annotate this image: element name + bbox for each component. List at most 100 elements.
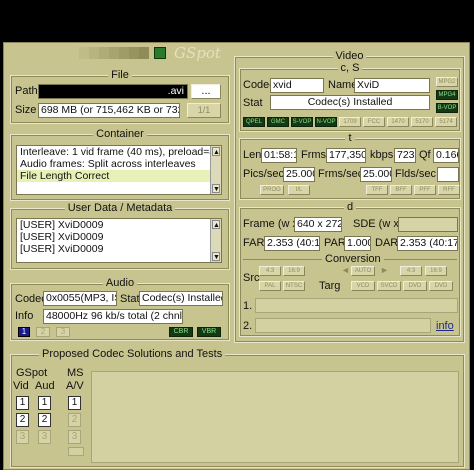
- size-label: Size: [15, 104, 37, 116]
- audio-stream-3[interactable]: 3: [56, 327, 70, 337]
- frame-label: Frame (w x: [243, 218, 298, 230]
- ms-label: MS: [67, 367, 84, 379]
- dar-field: 2.353 (40:17): [397, 236, 458, 251]
- src-4-3[interactable]: 4:3: [259, 266, 281, 276]
- userdata-line: [USER] XviD0009: [20, 243, 104, 255]
- container-line: Audio frames: Split across interleaves: [20, 158, 196, 170]
- len-field: 01:58:1: [261, 148, 297, 163]
- aud-test-3[interactable]: 3: [38, 430, 51, 444]
- conversion-row-2: [255, 318, 431, 333]
- audio-stat-label: Stat: [120, 293, 140, 305]
- scroll-up-icon[interactable]: ▲: [212, 220, 220, 229]
- container-scrollbar[interactable]: ▲ ▼: [210, 146, 221, 194]
- vid-test-2[interactable]: 2: [16, 413, 29, 427]
- src-16-9[interactable]: 16:9: [283, 266, 305, 276]
- video-group: Video c, S Codec xvid Name XviD MPG2 MPG…: [234, 50, 465, 343]
- targ-4-3[interactable]: 4:3: [400, 266, 422, 276]
- targ-dvd-2[interactable]: DVD: [429, 281, 453, 291]
- audio-stream-1[interactable]: 1: [18, 327, 30, 337]
- flag-1709: 1709: [339, 117, 361, 127]
- gspot-window: GSpot File Path .avi ... Size 698 MB (or…: [3, 42, 470, 470]
- targ-label: Targ: [319, 280, 341, 292]
- scroll-up-icon[interactable]: ▲: [212, 147, 220, 156]
- flds-label: Flds/sec: [395, 168, 436, 180]
- userdata-title: User Data / Metadata: [64, 202, 176, 214]
- av-label: A/V: [66, 380, 84, 392]
- vid-test-3[interactable]: 3: [16, 430, 29, 444]
- targ-auto[interactable]: AUTO: [351, 266, 375, 276]
- par-label: PAR: [324, 237, 346, 249]
- conversion-title: Conversion: [322, 253, 384, 266]
- vid-test-1[interactable]: 1: [16, 396, 29, 410]
- video-title: Video: [332, 50, 367, 62]
- cs-title: c, S: [337, 62, 363, 74]
- arrow-icon: ►: [380, 265, 389, 275]
- proposed-title: Proposed Codec Solutions and Tests: [39, 348, 226, 360]
- color-swatch: [79, 47, 89, 59]
- audio-title: Audio: [102, 277, 138, 289]
- flag-gmc: GMC: [267, 117, 289, 127]
- t-subgroup: t Len 01:58:1 Frms 177,350 kbps 723 Qf 0…: [239, 132, 461, 200]
- audio-stream-2[interactable]: 2: [36, 327, 50, 337]
- path-ext: .avi: [167, 85, 184, 97]
- color-swatch: [129, 47, 139, 59]
- color-swatch: [139, 47, 149, 59]
- color-swatch: [89, 47, 99, 59]
- len-label: Len: [243, 149, 262, 161]
- scroll-down-icon[interactable]: ▼: [212, 184, 220, 193]
- video-codec-field: xvid: [270, 78, 324, 93]
- src-label: Src: [243, 272, 260, 284]
- file-title: File: [108, 69, 132, 81]
- flag-5170: 5170: [411, 117, 433, 127]
- path-label: Path: [15, 85, 38, 97]
- logo: GSpot: [174, 44, 221, 62]
- page-indicator[interactable]: 1/1: [187, 103, 221, 118]
- aud-test-1[interactable]: 1: [38, 396, 51, 410]
- video-stat-label: Stat: [243, 97, 263, 109]
- vid-label: Vid: [13, 380, 29, 392]
- targ-svcd[interactable]: SVCD: [377, 281, 401, 291]
- info-link[interactable]: info: [436, 320, 454, 332]
- audio-info-label: Info: [15, 310, 34, 322]
- qf-label: Qf: [419, 149, 431, 161]
- targ-16-9[interactable]: 16:9: [425, 266, 447, 276]
- container-group: Container Interleave: 1 vid frame (40 ms…: [10, 128, 230, 201]
- targ-vcd[interactable]: VCD: [351, 281, 375, 291]
- src-ntsc[interactable]: NTSC: [283, 281, 305, 291]
- cbr-indicator: CBR: [169, 327, 193, 337]
- video-name-label: Name: [328, 79, 358, 91]
- frame-field: 640 x 272: [294, 217, 342, 232]
- aud-test-2[interactable]: 2: [38, 413, 51, 427]
- t-title: t: [345, 132, 355, 144]
- vbr-indicator: VBR: [197, 327, 221, 337]
- tff-indicator: TFF: [366, 185, 388, 195]
- audio-codec-field: 0x0055(MP3, ISO: [43, 291, 117, 306]
- userdata-scrollbar[interactable]: ▲ ▼: [210, 219, 221, 262]
- fourcc-mpg4: MPG4: [436, 90, 458, 100]
- targ-dvd[interactable]: DVD: [403, 281, 427, 291]
- conversion-row-1: [255, 298, 458, 313]
- par-field: 1.000: [344, 236, 371, 251]
- av-test-1[interactable]: 1: [68, 396, 81, 410]
- frms-sec-label: Frms/sec: [318, 168, 364, 180]
- flag-nvop: N-VOP: [315, 117, 337, 127]
- kbps-label: kbps: [370, 149, 394, 161]
- path-field[interactable]: .avi: [38, 84, 188, 99]
- cs-subgroup: c, S Codec xvid Name XviD MPG2 MPG4 Stat…: [239, 62, 461, 132]
- audio-info-field: 48000Hz 96 kb/s total (2 chnls): [43, 309, 183, 324]
- aud-label: Aud: [35, 380, 55, 392]
- av-test-2[interactable]: 2: [68, 413, 81, 427]
- browse-button[interactable]: ...: [191, 84, 221, 99]
- pics-field: 25.000: [283, 167, 315, 182]
- fourcc-bvop: B-VOP: [436, 103, 458, 113]
- bff-indicator: BFF: [390, 185, 412, 195]
- userdata-list[interactable]: [USER] XviD0009 [USER] XviD0009 [USER] X…: [16, 218, 222, 263]
- container-list[interactable]: Interleave: 1 vid frame (40 ms), preload…: [16, 145, 222, 195]
- src-pal[interactable]: PAL: [259, 281, 281, 291]
- swatch-toggle[interactable]: [154, 47, 166, 59]
- av-test-3[interactable]: 3: [68, 430, 81, 444]
- gspot-label: GSpot: [16, 367, 48, 379]
- pics-label: Pics/sec: [243, 168, 284, 180]
- scroll-down-icon[interactable]: ▼: [212, 252, 220, 261]
- flag-fcc: FCC: [363, 117, 385, 127]
